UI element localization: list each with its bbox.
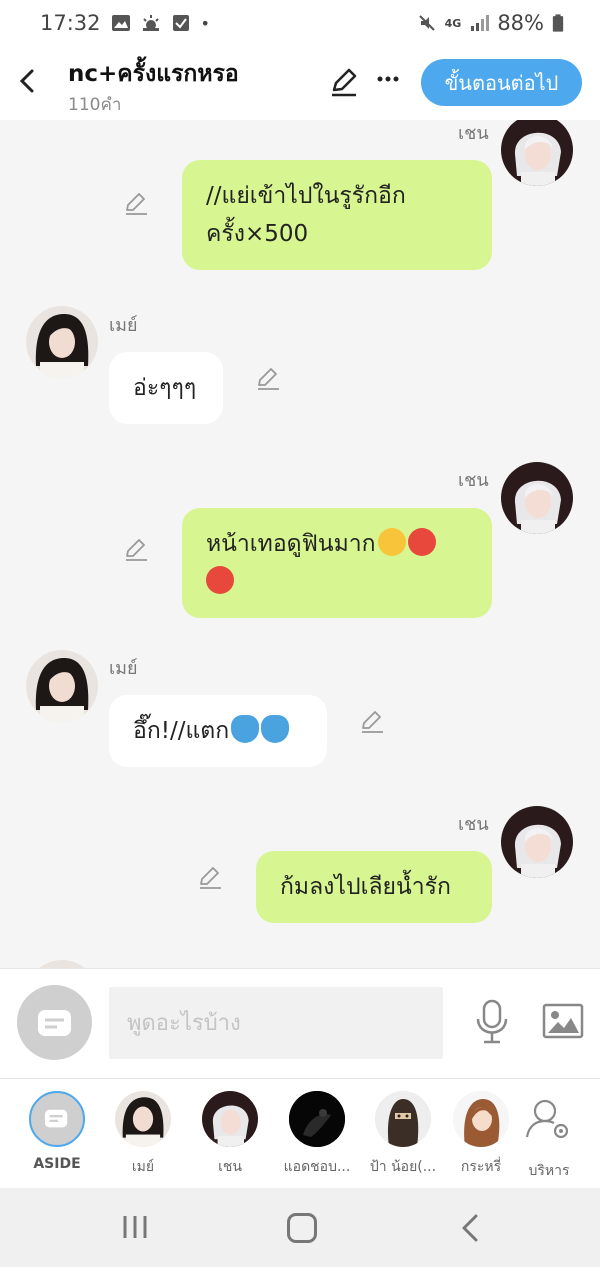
character-may[interactable]: เมย์	[103, 1091, 183, 1178]
character-label: เชน	[218, 1159, 242, 1175]
sender-name: เชน	[458, 470, 489, 491]
manage-characters-button[interactable]: บริหาร	[509, 1091, 589, 1182]
gallery-notification-icon	[111, 15, 130, 31]
android-nav-bar	[0, 1188, 600, 1267]
character-label: แอดชอบ...	[283, 1159, 351, 1175]
chat-area[interactable]: เชน //แย่เข้าไปในรูรักอีก ครั้ง×500 เมย์…	[0, 120, 600, 968]
avatar	[289, 1091, 345, 1147]
mute-icon	[418, 15, 435, 31]
aside-icon	[44, 1109, 68, 1128]
avatar	[375, 1091, 431, 1147]
avatar	[115, 1091, 171, 1147]
sweat-droplets-emoji-icon	[261, 715, 290, 743]
avatar	[202, 1091, 258, 1147]
manage-icon	[525, 1099, 569, 1139]
hot-face-emoji-icon	[407, 528, 436, 556]
home-icon[interactable]	[287, 1213, 317, 1243]
signal-icon	[471, 15, 490, 31]
sender-name: เชน	[458, 814, 489, 835]
avatar-may[interactable]	[26, 960, 98, 968]
sender-name: เมย์	[109, 315, 138, 336]
next-step-button[interactable]: ขั้นตอนต่อไป	[421, 59, 582, 106]
hot-face-emoji-icon	[206, 566, 234, 594]
recent-apps-icon[interactable]	[121, 1214, 149, 1240]
avatar-chen[interactable]	[501, 120, 573, 186]
aside-icon	[38, 1010, 71, 1036]
status-time: 17:32	[40, 11, 101, 35]
battery-level: 88%	[497, 11, 544, 35]
message-text: อึ๊ก!//แตก	[133, 718, 230, 744]
edit-icon[interactable]	[328, 66, 360, 98]
pencil-icon[interactable]	[123, 190, 149, 216]
pencil-icon[interactable]	[359, 708, 385, 734]
message-text: หน้าเทอดูฟินมาก	[206, 531, 376, 557]
sender-name: เมย์	[109, 658, 138, 679]
battery-icon	[552, 14, 564, 32]
message-bubble[interactable]: //แย่เข้าไปในรูรักอีก ครั้ง×500	[182, 160, 492, 270]
character-aunt-noi[interactable]: ป้า น้อย(...	[363, 1091, 443, 1178]
message-input-bar	[0, 968, 600, 1078]
story-title: nc+ครั้งแรกหรอ	[68, 61, 239, 87]
dot-icon: •	[200, 13, 210, 33]
mic-icon[interactable]	[474, 999, 510, 1045]
status-bar: 17:32 • 4G 88%	[0, 0, 600, 46]
avatar-chen[interactable]	[501, 806, 573, 878]
aside-avatar	[29, 1091, 85, 1147]
message-bubble[interactable]: หน้าเทอดูฟินมาก	[182, 508, 492, 618]
aside-toggle-button[interactable]	[17, 985, 92, 1060]
pencil-icon[interactable]	[197, 864, 223, 890]
word-count: 110คำ	[68, 95, 122, 115]
avatar-may[interactable]	[26, 306, 98, 378]
pencil-icon[interactable]	[123, 536, 149, 562]
smirk-emoji-icon	[377, 528, 406, 556]
message-bubble[interactable]: อ่ะๆๆๆ	[109, 352, 223, 424]
character-chen[interactable]: เชน	[190, 1091, 270, 1178]
chat-header: nc+ครั้งแรกหรอ 110คำ ขั้นตอนต่อไป	[0, 46, 600, 120]
message-bubble[interactable]: ก้มลงไปเลียน้ำรัก	[256, 851, 492, 923]
character-label: ASIDE	[33, 1156, 81, 1172]
message-input[interactable]	[109, 987, 443, 1059]
gallery-icon[interactable]	[542, 1003, 584, 1039]
character-aside[interactable]: ASIDE	[17, 1091, 97, 1172]
checkbox-notification-icon	[172, 15, 189, 31]
avatar	[453, 1091, 509, 1147]
back-icon[interactable]	[14, 64, 42, 98]
weather-icon	[142, 15, 159, 31]
avatar-chen[interactable]	[501, 462, 573, 534]
character-label: เมย์	[131, 1159, 155, 1175]
sender-name: เชน	[458, 123, 489, 144]
sweat-droplets-emoji-icon	[231, 715, 260, 743]
pencil-icon[interactable]	[255, 365, 281, 391]
message-bubble[interactable]: อึ๊ก!//แตก	[109, 695, 327, 767]
character-admin[interactable]: แอดชอบ...	[277, 1091, 357, 1178]
character-selector: ASIDE เมย์ เชน แอดชอบ... ป้า น้อย(... กร…	[0, 1078, 600, 1188]
avatar-may[interactable]	[26, 650, 98, 722]
character-label: ป้า น้อย(...	[369, 1159, 437, 1175]
more-icon[interactable]	[374, 64, 402, 94]
network-type: 4G	[444, 16, 462, 30]
nav-back-icon[interactable]	[458, 1213, 482, 1243]
character-label: บริหาร	[528, 1163, 570, 1179]
